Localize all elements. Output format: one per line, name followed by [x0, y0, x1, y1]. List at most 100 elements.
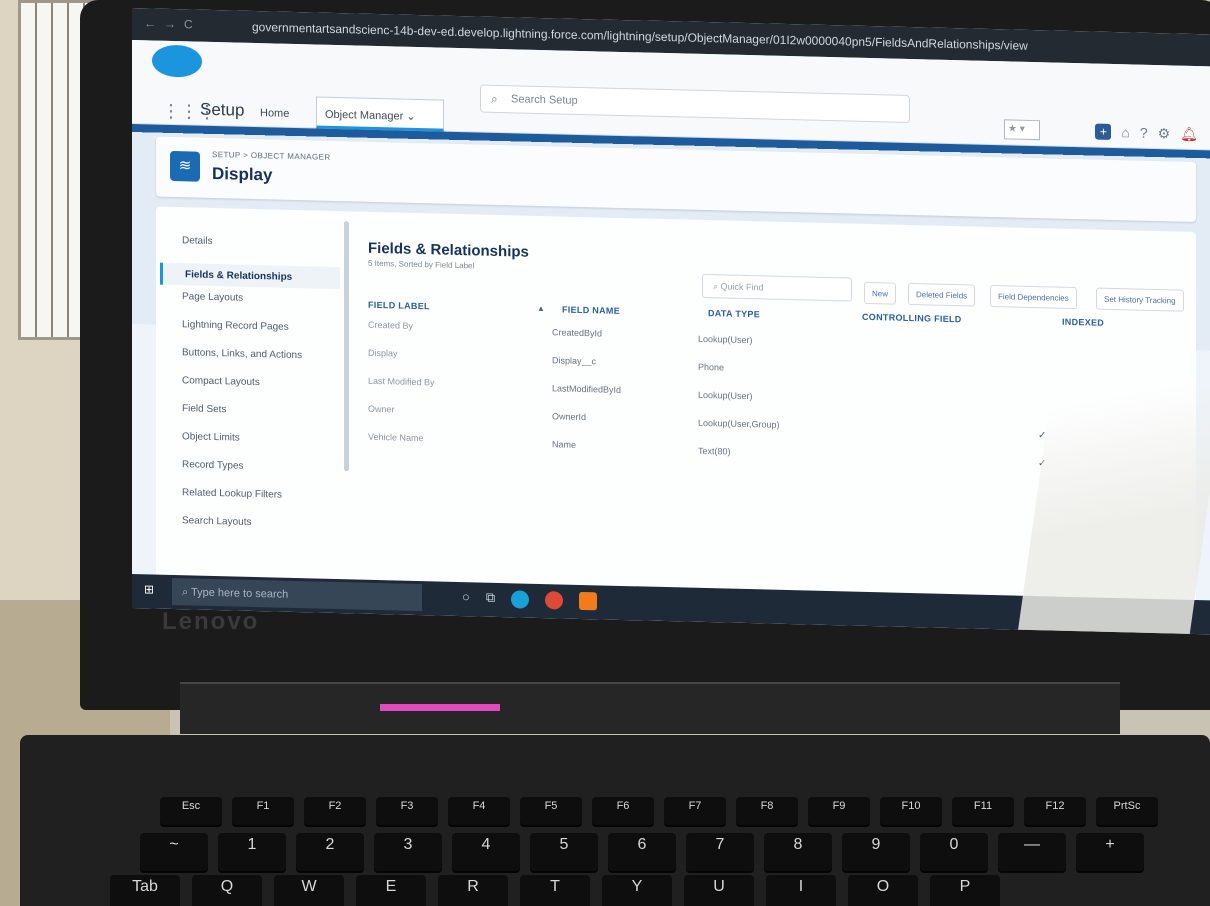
sidebar-item[interactable]: Lightning Record Pages — [160, 319, 340, 334]
chevron-down-icon[interactable]: ⌄ — [406, 111, 415, 123]
taskbar-search-input[interactable]: ⌕ Type here to search — [172, 577, 422, 612]
keyboard-key[interactable]: P — [930, 875, 1000, 906]
sidebar-item[interactable]: Field Sets — [160, 403, 340, 418]
task-view-icon[interactable]: ⧉ — [486, 590, 495, 608]
field-api-name: OwnerId — [552, 411, 587, 423]
keyboard-key[interactable]: 2 — [296, 833, 364, 871]
search-placeholder: Search Setup — [511, 93, 578, 107]
laptop-screen: ←→C governmentartsandscienc-14b-dev-ed.d… — [132, 8, 1210, 635]
field-api-name: CreatedById — [552, 327, 603, 339]
keyboard-key[interactable]: 4 — [452, 833, 520, 871]
keyboard-key[interactable]: O — [848, 875, 918, 906]
keyboard-key[interactable]: F8 — [736, 797, 798, 825]
indexed-check-icon: ✓ — [1038, 430, 1047, 442]
search-icon: ⌕ — [491, 91, 498, 106]
sidebar-item[interactable]: Buttons, Links, and Actions — [160, 347, 340, 362]
keyboard-key[interactable]: F7 — [664, 797, 726, 825]
laptop-brand: Lenovo — [162, 608, 260, 635]
sidebar-item[interactable]: Record Types — [160, 459, 340, 474]
col-header-field-name[interactable]: FIELD NAME — [562, 305, 620, 316]
field-label-link[interactable]: Vehicle Name — [368, 432, 424, 443]
col-header-field-label[interactable]: FIELD LABEL — [368, 300, 430, 312]
field-data-type: Lookup(User) — [698, 333, 753, 346]
keyboard-key[interactable]: 8 — [764, 833, 832, 871]
keyboard-key[interactable]: F3 — [376, 797, 438, 825]
keyboard-key[interactable]: F12 — [1024, 797, 1086, 825]
help-icon[interactable]: ? — [1140, 125, 1148, 142]
keyboard-key[interactable]: F2 — [304, 797, 366, 825]
keyboard-key[interactable]: I — [766, 875, 836, 906]
keyboard-key[interactable]: PrtSc — [1096, 797, 1158, 825]
trailhead-icon[interactable]: ⌂ — [1121, 124, 1129, 141]
windows-start-icon[interactable]: ⊞ — [144, 582, 154, 596]
search-icon: ⌕ — [182, 586, 192, 599]
keyboard-key[interactable]: F1 — [232, 797, 294, 825]
quick-find-input[interactable]: ⌕ Quick Find — [702, 273, 852, 302]
keyboard-key[interactable]: 6 — [608, 833, 676, 871]
keyboard-key[interactable]: F9 — [808, 797, 870, 825]
app-name: Setup — [200, 99, 245, 120]
keyboard-key[interactable]: F5 — [520, 797, 582, 825]
sidebar-item[interactable]: Object Limits — [160, 431, 340, 446]
keyboard-key[interactable]: 3 — [374, 833, 442, 871]
sidebar-scrollbar[interactable] — [344, 221, 349, 472]
browser-nav-icons[interactable]: ←→C — [144, 16, 201, 31]
deleted-fields-button[interactable]: Deleted Fields — [908, 282, 976, 307]
keyboard-key[interactable]: E — [356, 875, 426, 906]
gear-icon[interactable]: ⚙ — [1158, 125, 1171, 142]
sidebar-item[interactable]: Compact Layouts — [160, 375, 340, 390]
fields-panel: Fields & Relationships 5 Items, Sorted b… — [362, 212, 1192, 602]
object-sidebar: Details Fields & Relationships Page Layout… — [156, 207, 349, 582]
field-label-link[interactable]: Last Modified By — [368, 376, 435, 388]
keyboard-key[interactable]: U — [684, 875, 754, 906]
keyboard-key[interactable]: 0 — [920, 833, 988, 871]
sidebar-item[interactable]: Details — [160, 235, 340, 250]
keyboard-key[interactable]: R — [438, 875, 508, 906]
tab-object-manager-label: Object Manager — [325, 108, 404, 123]
tab-home[interactable]: Home — [260, 107, 289, 120]
keyboard-key[interactable]: Q — [192, 875, 262, 906]
setup-search-input[interactable]: ⌕ Search Setup — [480, 84, 910, 124]
field-label-link[interactable]: Display — [368, 348, 398, 359]
keyboard-key[interactable]: Tab — [110, 875, 180, 906]
new-button[interactable]: New — [864, 281, 897, 305]
keyboard-key[interactable]: F10 — [880, 797, 942, 825]
favorites-star-icon[interactable]: ★ ▾ — [1004, 119, 1040, 141]
tab-object-manager[interactable]: Object Manager ⌄ — [316, 96, 444, 132]
sidebar-item[interactable]: Page Layouts — [160, 291, 340, 306]
keyboard-key[interactable]: 1 — [218, 833, 286, 871]
field-dependencies-button[interactable]: Field Dependencies — [990, 284, 1077, 310]
col-header-data-type[interactable]: DATA TYPE — [708, 308, 760, 319]
keyboard-key[interactable]: 7 — [686, 833, 754, 871]
keyboard-key[interactable]: W — [274, 875, 344, 906]
keyboard-key[interactable]: Esc — [160, 797, 222, 825]
keyboard-key[interactable]: F6 — [592, 797, 654, 825]
global-actions-plus-icon[interactable]: + — [1095, 123, 1112, 140]
sort-ascending-icon[interactable]: ▲ — [537, 304, 545, 313]
sidebar-item[interactable]: Related Lookup Filters — [160, 487, 340, 502]
sidebar-item[interactable]: Fields & Relationships — [160, 262, 340, 290]
keyboard-key[interactable]: Y — [602, 875, 672, 906]
field-label-link[interactable]: Owner — [368, 404, 395, 415]
chrome-browser-icon[interactable] — [545, 591, 564, 610]
keyboard-key[interactable]: F4 — [448, 797, 510, 825]
keyboard-key[interactable]: 5 — [530, 833, 598, 871]
pinned-app-icon[interactable] — [579, 591, 598, 611]
col-header-indexed[interactable]: INDEXED — [1062, 317, 1104, 328]
col-header-controlling-field[interactable]: CONTROLLING FIELD — [862, 312, 962, 324]
set-history-tracking-button[interactable]: Set History Tracking — [1096, 287, 1184, 312]
cortana-icon[interactable]: ○ — [462, 589, 470, 607]
field-label-link[interactable]: Created By — [368, 320, 413, 331]
keyboard-key[interactable]: — — [998, 833, 1066, 871]
keyboard-key[interactable]: F11 — [952, 797, 1014, 825]
salesforce-logo[interactable] — [152, 44, 202, 78]
keyboard-key[interactable]: T — [520, 875, 590, 906]
sidebar-item[interactable]: Search Layouts — [160, 515, 340, 530]
keyboard-key[interactable]: ~ — [140, 833, 208, 871]
keyboard-key[interactable]: 9 — [842, 833, 910, 871]
keyboard-key[interactable]: + — [1076, 833, 1144, 871]
edge-browser-icon[interactable] — [511, 590, 530, 609]
notifications-bell-icon[interactable]: 🔔︎ — [1180, 126, 1198, 143]
field-data-type: Phone — [698, 361, 725, 373]
breadcrumb[interactable]: SETUP > OBJECT MANAGER — [212, 150, 331, 162]
